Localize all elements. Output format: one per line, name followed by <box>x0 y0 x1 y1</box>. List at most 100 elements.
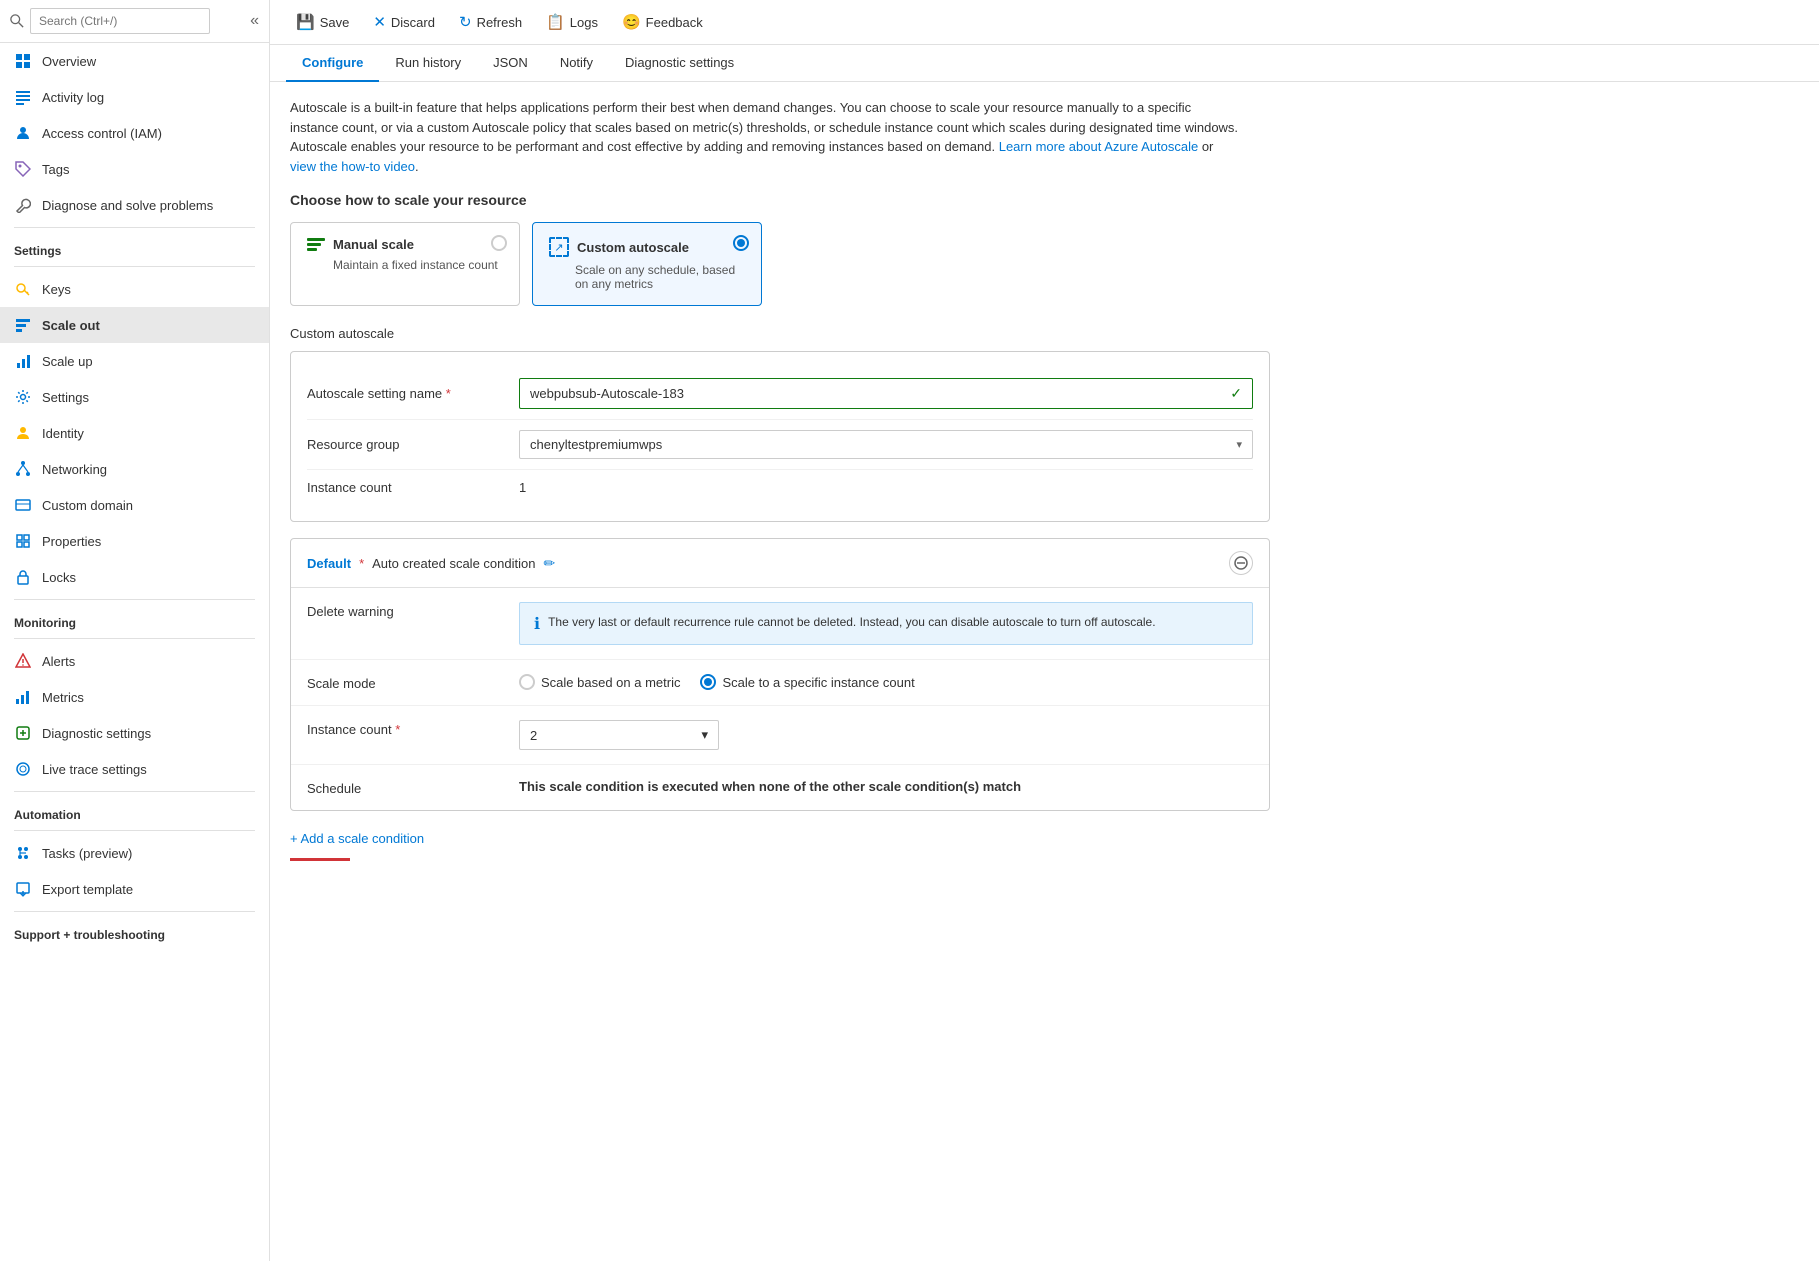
sidebar-item-label: Networking <box>42 462 107 477</box>
logs-button[interactable]: 📋 Logs <box>536 8 608 36</box>
check-icon: ✓ <box>1230 385 1242 402</box>
sidebar-item-access-control[interactable]: Access control (IAM) <box>0 115 269 151</box>
custom-autoscale-card[interactable]: ↗ Custom autoscale Scale on any schedule… <box>532 222 762 306</box>
learn-more-link[interactable]: Learn more about Azure Autoscale <box>999 139 1198 154</box>
condition-edit-icon[interactable]: ✏ <box>543 555 555 572</box>
condition-instance-count-value[interactable]: 2 ▾ <box>519 720 1253 750</box>
sidebar-item-export-template[interactable]: Export template <box>0 871 269 907</box>
sidebar-item-label: Access control (IAM) <box>42 126 162 141</box>
sidebar-item-label: Custom domain <box>42 498 133 513</box>
schedule-text: This scale condition is executed when no… <box>519 779 1021 794</box>
condition-header: Default * Auto created scale condition ✏ <box>291 539 1269 588</box>
scale-mode-instance-option[interactable]: Scale to a specific instance count <box>700 674 914 690</box>
sidebar-item-metrics[interactable]: Metrics <box>0 679 269 715</box>
sidebar-collapse-button[interactable]: « <box>250 12 259 30</box>
refresh-button[interactable]: ↻ Refresh <box>449 8 532 36</box>
sidebar-item-live-trace[interactable]: Live trace settings <box>0 751 269 787</box>
settings-section-label: Settings <box>0 232 269 262</box>
sidebar-item-label: Keys <box>42 282 71 297</box>
instance-dropdown-icon: ▾ <box>701 727 708 743</box>
sidebar-item-settings[interactable]: Settings <box>0 379 269 415</box>
sidebar-item-label: Export template <box>42 882 133 897</box>
sidebar-item-overview[interactable]: Overview <box>0 43 269 79</box>
sidebar-search-container: « <box>0 0 269 43</box>
sidebar-item-networking[interactable]: Networking <box>0 451 269 487</box>
person-icon <box>14 124 32 142</box>
resource-group-value[interactable]: chenyltestpremiumwps ▾ <box>519 430 1253 459</box>
add-scale-condition-button[interactable]: + Add a scale condition <box>290 827 424 850</box>
sidebar-item-tags[interactable]: Tags <box>0 151 269 187</box>
autoscale-name-value[interactable]: webpubsub-Autoscale-183 ✓ <box>519 378 1253 409</box>
sidebar-item-alerts[interactable]: Alerts <box>0 643 269 679</box>
sidebar-item-label: Diagnose and solve problems <box>42 198 213 213</box>
manual-scale-radio[interactable] <box>491 235 507 251</box>
scale-mode-instance-radio[interactable] <box>700 674 716 690</box>
condition-required-mark: * <box>359 556 364 571</box>
delete-warning-row: Delete warning ℹ The very last or defaul… <box>291 588 1269 660</box>
toolbar: 💾 Save ✕ Discard ↻ Refresh 📋 Logs 😊 Feed… <box>270 0 1819 45</box>
discard-button[interactable]: ✕ Discard <box>363 8 445 36</box>
sidebar-item-locks[interactable]: Locks <box>0 559 269 595</box>
manual-scale-icon <box>307 238 325 251</box>
feedback-icon: 😊 <box>622 13 641 31</box>
sidebar-item-label: Identity <box>42 426 84 441</box>
info-box: ℹ The very last or default recurrence ru… <box>519 602 1253 645</box>
monitoring-section-label: Monitoring <box>0 604 269 634</box>
tab-run-history[interactable]: Run history <box>379 45 477 82</box>
resource-group-label: Resource group <box>307 437 507 452</box>
sidebar-item-activity-log[interactable]: Activity log <box>0 79 269 115</box>
schedule-label: Schedule <box>307 779 507 796</box>
condition-default-label: Default <box>307 556 351 571</box>
view-video-link[interactable]: view the how-to video <box>290 159 415 174</box>
condition-instance-count-row: Instance count * 2 ▾ <box>291 706 1269 765</box>
sidebar-item-diagnose[interactable]: Diagnose and solve problems <box>0 187 269 223</box>
sidebar-item-scale-up[interactable]: Scale up <box>0 343 269 379</box>
key-icon <box>14 280 32 298</box>
instance-count-select[interactable]: 2 ▾ <box>519 720 719 750</box>
instance-count-value: 1 <box>519 480 1253 495</box>
condition-disable-button[interactable] <box>1229 551 1253 575</box>
info-icon: ℹ <box>534 614 540 634</box>
custom-autoscale-radio[interactable] <box>733 235 749 251</box>
tasks-icon <box>14 844 32 862</box>
scale-condition-panel: Default * Auto created scale condition ✏… <box>290 538 1270 811</box>
gear-icon <box>14 388 32 406</box>
tab-notify[interactable]: Notify <box>544 45 609 82</box>
logs-icon: 📋 <box>546 13 565 31</box>
scale-mode-metric-radio[interactable] <box>519 674 535 690</box>
sidebar-item-label: Activity log <box>42 90 104 105</box>
tab-configure[interactable]: Configure <box>286 45 379 82</box>
identity-icon <box>14 424 32 442</box>
sidebar-item-keys[interactable]: Keys <box>0 271 269 307</box>
scale-out-icon <box>14 316 32 334</box>
feedback-button[interactable]: 😊 Feedback <box>612 8 713 36</box>
sidebar: « Overview Activity log Access control (… <box>0 0 270 1261</box>
sidebar-item-identity[interactable]: Identity <box>0 415 269 451</box>
sidebar-item-scale-out[interactable]: Scale out <box>0 307 269 343</box>
main-content: 💾 Save ✕ Discard ↻ Refresh 📋 Logs 😊 Feed… <box>270 0 1819 1261</box>
sidebar-item-tasks[interactable]: Tasks (preview) <box>0 835 269 871</box>
manual-scale-card[interactable]: Manual scale Maintain a fixed instance c… <box>290 222 520 306</box>
scale-mode-metric-option[interactable]: Scale based on a metric <box>519 674 680 690</box>
custom-autoscale-header: ↗ Custom autoscale <box>549 237 745 257</box>
scale-options-container: Manual scale Maintain a fixed instance c… <box>290 222 1799 306</box>
sidebar-item-custom-domain[interactable]: Custom domain <box>0 487 269 523</box>
trace-icon <box>14 760 32 778</box>
network-icon <box>14 460 32 478</box>
discard-icon: ✕ <box>373 13 386 31</box>
scale-mode-label: Scale mode <box>307 674 507 691</box>
sidebar-item-diagnostic-settings[interactable]: Diagnostic settings <box>0 715 269 751</box>
sidebar-item-label: Live trace settings <box>42 762 147 777</box>
autoscale-name-select[interactable]: webpubsub-Autoscale-183 ✓ <box>519 378 1253 409</box>
sidebar-item-label: Scale up <box>42 354 93 369</box>
wrench-icon <box>14 196 32 214</box>
tab-json[interactable]: JSON <box>477 45 544 82</box>
save-button[interactable]: 💾 Save <box>286 8 359 36</box>
tab-diagnostic-settings[interactable]: Diagnostic settings <box>609 45 750 82</box>
sidebar-item-properties[interactable]: Properties <box>0 523 269 559</box>
disable-icon <box>1234 556 1248 570</box>
autoscale-name-required: * <box>446 386 451 401</box>
sidebar-search-input[interactable] <box>30 8 210 34</box>
scale-mode-instance-label: Scale to a specific instance count <box>722 675 914 690</box>
resource-group-select[interactable]: chenyltestpremiumwps ▾ <box>519 430 1253 459</box>
